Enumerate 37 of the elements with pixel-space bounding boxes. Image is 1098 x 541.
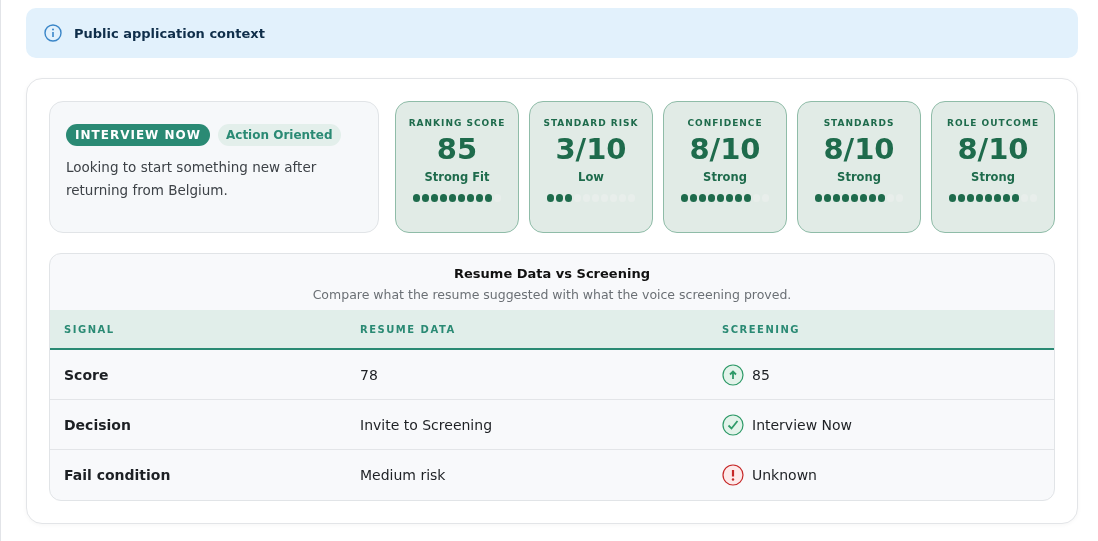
table-cell-text: Medium risk bbox=[359, 466, 447, 485]
table-cell-text: Fail condition bbox=[63, 466, 172, 485]
table-cell: Invite to Screening bbox=[346, 400, 708, 450]
table-subtitle: Compare what the resume suggested with what the voice screening proved. bbox=[312, 287, 792, 302]
metric-label: CONFIDENCE bbox=[687, 118, 763, 128]
screening-value: Interview Now bbox=[752, 416, 853, 433]
table-cell: 78 bbox=[346, 350, 708, 400]
exclamation-icon bbox=[722, 464, 744, 486]
metric-value: 3/10 bbox=[555, 132, 627, 166]
column-header: RESUME DATA bbox=[346, 310, 708, 350]
table-cell: Score bbox=[50, 350, 346, 400]
checkmark-icon bbox=[722, 413, 744, 436]
info-icon bbox=[44, 24, 62, 42]
metric-caption: Strong bbox=[837, 170, 881, 184]
screening-value: Unknown bbox=[752, 467, 817, 483]
table-title: Resume Data vs Screening bbox=[454, 266, 650, 281]
summary-note: Looking to start something new after returning from Belgium. bbox=[66, 158, 318, 200]
metric-caption: Strong bbox=[703, 170, 747, 184]
metric-label: ROLE OUTCOME bbox=[946, 118, 1040, 128]
metric-value: 85 bbox=[436, 132, 478, 166]
metric-value: 8/10 bbox=[689, 132, 761, 166]
column-header: SIGNAL bbox=[50, 310, 346, 350]
metric-value: 8/10 bbox=[957, 132, 1029, 166]
arrow-up-icon bbox=[722, 363, 744, 386]
metric-label: RANKING SCORE bbox=[408, 118, 506, 128]
screening-value: 85 bbox=[752, 366, 770, 383]
metric-caption: Strong Fit bbox=[424, 170, 490, 184]
trait-tag: Action Oriented bbox=[218, 124, 341, 146]
metric-label: STANDARD RISK bbox=[543, 118, 639, 128]
metric-caption: Low bbox=[578, 170, 604, 184]
decision-badge: INTERVIEW NOW bbox=[66, 124, 210, 146]
metric-value: 8/10 bbox=[823, 132, 895, 166]
column-header: SCREENING bbox=[708, 310, 1054, 350]
table-cell: Decision bbox=[50, 400, 346, 450]
banner-text: Public application context bbox=[74, 25, 265, 41]
metric-caption: Strong bbox=[971, 170, 1015, 184]
metric-label: STANDARDS bbox=[823, 118, 895, 128]
